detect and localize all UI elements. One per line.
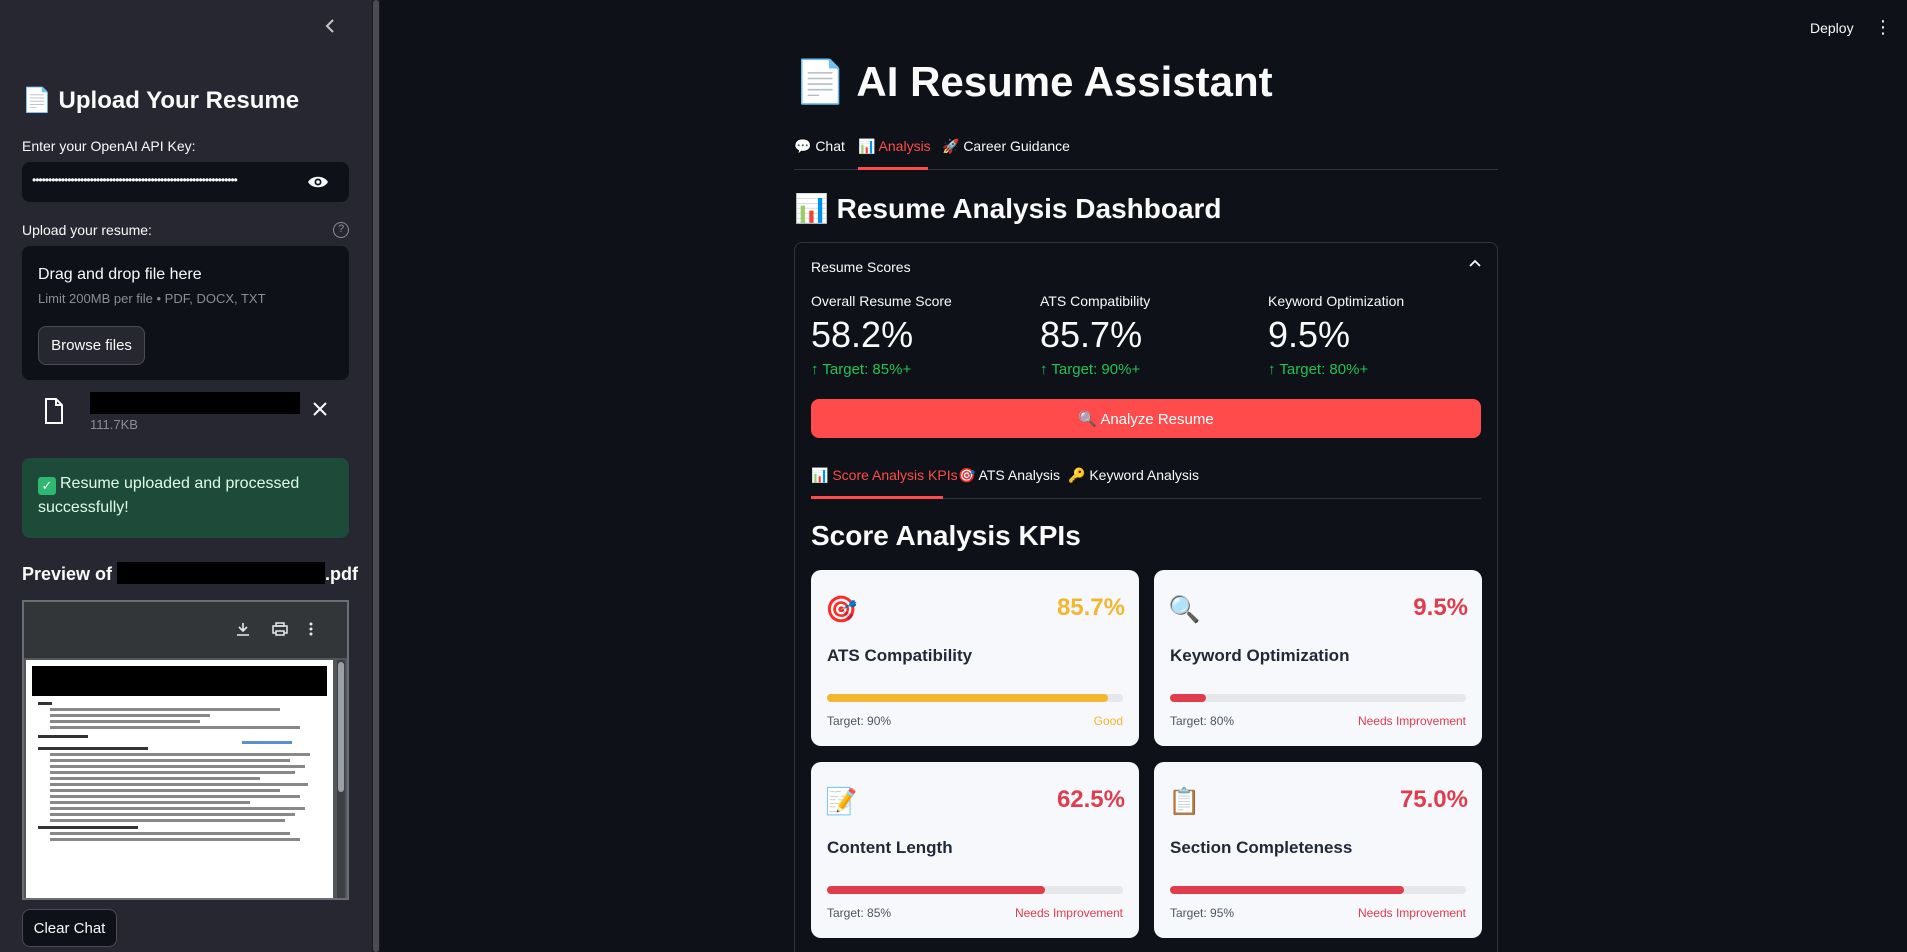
chevron-up-icon[interactable]	[1468, 256, 1482, 273]
api-key-label: Enter your OpenAI API Key:	[22, 138, 196, 154]
kpi-progress-bar	[827, 694, 1123, 702]
pdf-toolbar	[24, 602, 347, 658]
kpi-progress-fill	[1170, 886, 1404, 894]
kpi-card-content-length: 📝 62.5% Content Length Target: 85% Needs…	[811, 762, 1139, 938]
pdf-page-thumbnail	[26, 660, 333, 898]
kpi-card-keyword: 🔍 9.5% Keyword Optimization Target: 80% …	[1154, 570, 1482, 746]
api-key-input[interactable]: ••••••••••••••••••••••••••••••••••••••••…	[22, 162, 349, 202]
metric-label: Overall Resume Score	[811, 293, 952, 309]
metric-delta: ↑ Target: 85%+	[811, 361, 912, 378]
metric-keyword-optimization: Keyword Optimization 9.5% ↑ Target: 80%+	[1268, 293, 1488, 378]
kpi-status: Needs Improvement	[1357, 906, 1466, 920]
active-subtab-indicator	[811, 496, 943, 499]
success-text: Resume uploaded and processed successful…	[38, 475, 300, 516]
sidebar-scrollbar[interactable]	[372, 0, 380, 952]
dashboard-title: 📊 Resume Analysis Dashboard	[794, 193, 1222, 224]
file-size: 111.7KB	[90, 417, 138, 432]
upload-label: Upload your resume:	[22, 222, 152, 238]
preview-suffix: .pdf	[325, 564, 359, 584]
success-alert: ✓ Resume uploaded and processed successfu…	[22, 458, 349, 538]
metric-label: ATS Compatibility	[1040, 293, 1151, 309]
kpi-target: Target: 85%	[827, 906, 892, 920]
dropzone-limit: Limit 200MB per file • PDF, DOCX, TXT	[38, 291, 266, 306]
kpi-status: Good	[1093, 714, 1123, 728]
kpi-section-title: Score Analysis KPIs	[811, 520, 1081, 551]
api-key-value: ••••••••••••••••••••••••••••••••••••••••…	[32, 173, 238, 187]
pdf-scrollbar[interactable]	[337, 660, 345, 898]
kpi-target: Target: 90%	[827, 714, 892, 728]
kpi-progress-bar	[1170, 886, 1466, 894]
metric-ats-compatibility: ATS Compatibility 85.7% ↑ Target: 90%+	[1040, 293, 1260, 378]
dropzone-title: Drag and drop file here	[38, 266, 202, 283]
active-tab-indicator	[858, 167, 928, 170]
page-title: 📄 AI Resume Assistant	[794, 58, 1273, 105]
metric-label: Keyword Optimization	[1268, 293, 1405, 309]
preview-title: Preview of .pdf	[22, 562, 358, 585]
kpi-percent: 9.5%	[1413, 594, 1468, 621]
kpi-target: Target: 80%	[1170, 714, 1235, 728]
preview-prefix: Preview of	[22, 564, 118, 584]
target-icon: 🎯	[825, 594, 858, 624]
clipboard-icon: 📋	[1168, 786, 1201, 816]
metric-value: 9.5%	[1268, 314, 1351, 355]
kpi-progress-fill	[827, 886, 1045, 894]
file-name-redacted	[90, 392, 300, 414]
tab-keyword-analysis[interactable]: 🔑 Keyword Analysis	[1068, 467, 1199, 484]
more-vertical-icon[interactable]	[309, 622, 313, 639]
kpi-status: Needs Improvement	[1014, 906, 1123, 920]
kpi-name: Section Completeness	[1170, 838, 1353, 857]
kpi-percent: 85.7%	[1056, 594, 1125, 621]
eye-icon[interactable]	[307, 172, 329, 192]
uploaded-file-row: 111.7KB	[22, 390, 349, 440]
kpi-progress-bar	[827, 886, 1123, 894]
pdf-preview[interactable]	[22, 600, 349, 900]
main-tabs: 💬 Chat 📊 Analysis 🚀 Career Guidance	[794, 136, 1498, 170]
tab-chat[interactable]: 💬 Chat	[794, 138, 845, 155]
analysis-subtabs: 📊 Score Analysis KPIs 🎯 ATS Analysis 🔑 K…	[811, 465, 1481, 499]
kpi-card-ats: 🎯 85.7% ATS Compatibility Target: 90% Go…	[811, 570, 1139, 746]
kpi-percent: 62.5%	[1056, 786, 1125, 813]
remove-file-icon[interactable]	[312, 400, 328, 423]
metric-delta: ↑ Target: 90%+	[1040, 361, 1141, 378]
help-icon[interactable]: ?	[333, 222, 349, 238]
sidebar: 📄 Upload Your Resume Enter your OpenAI A…	[0, 0, 372, 952]
kpi-progress-fill	[827, 694, 1109, 702]
tab-ats-analysis[interactable]: 🎯 ATS Analysis	[958, 467, 1060, 484]
tab-career-guidance[interactable]: 🚀 Career Guidance	[942, 138, 1070, 155]
file-dropzone[interactable]: Drag and drop file here Limit 200MB per …	[22, 246, 349, 380]
clear-chat-button[interactable]: Clear Chat	[22, 909, 117, 947]
magnifier-icon: 🔍	[1168, 594, 1201, 624]
kpi-target: Target: 95%	[1170, 906, 1235, 920]
kpi-card-section-completeness: 📋 75.0% Section Completeness Target: 95%…	[1154, 762, 1482, 938]
kpi-name: Content Length	[827, 838, 953, 857]
metric-delta: ↑ Target: 80%+	[1268, 361, 1369, 378]
resume-scores-expander: Resume Scores Overall Resume Score 58.2%…	[794, 242, 1498, 952]
sidebar-title: 📄 Upload Your Resume	[22, 87, 300, 114]
browse-files-button[interactable]: Browse files	[38, 326, 145, 365]
main-menu-icon[interactable]: ⋮	[1874, 18, 1892, 36]
check-icon: ✓	[38, 477, 56, 495]
kpi-percent: 75.0%	[1399, 786, 1468, 813]
deploy-button[interactable]: Deploy	[1810, 20, 1854, 36]
kpi-status: Needs Improvement	[1357, 714, 1466, 728]
kpi-progress-fill	[1170, 694, 1206, 702]
expander-header[interactable]: Resume Scores	[811, 259, 911, 275]
download-icon[interactable]	[236, 622, 250, 639]
preview-filename-redacted	[117, 562, 326, 584]
kpi-name: Keyword Optimization	[1170, 646, 1350, 665]
file-icon	[44, 398, 64, 424]
kpi-name: ATS Compatibility	[827, 646, 973, 665]
print-icon[interactable]	[272, 622, 288, 639]
chevron-left-icon[interactable]	[318, 14, 342, 38]
kpi-progress-bar	[1170, 694, 1466, 702]
tab-score-analysis-kpis[interactable]: 📊 Score Analysis KPIs	[811, 467, 958, 484]
memo-icon: 📝	[825, 786, 858, 816]
metric-value: 85.7%	[1040, 314, 1143, 355]
metric-value: 58.2%	[811, 314, 914, 355]
analyze-resume-button[interactable]: 🔍 Analyze Resume	[811, 399, 1481, 438]
tab-analysis[interactable]: 📊 Analysis	[858, 138, 931, 155]
metric-overall-score: Overall Resume Score 58.2% ↑ Target: 85%…	[811, 293, 1031, 378]
